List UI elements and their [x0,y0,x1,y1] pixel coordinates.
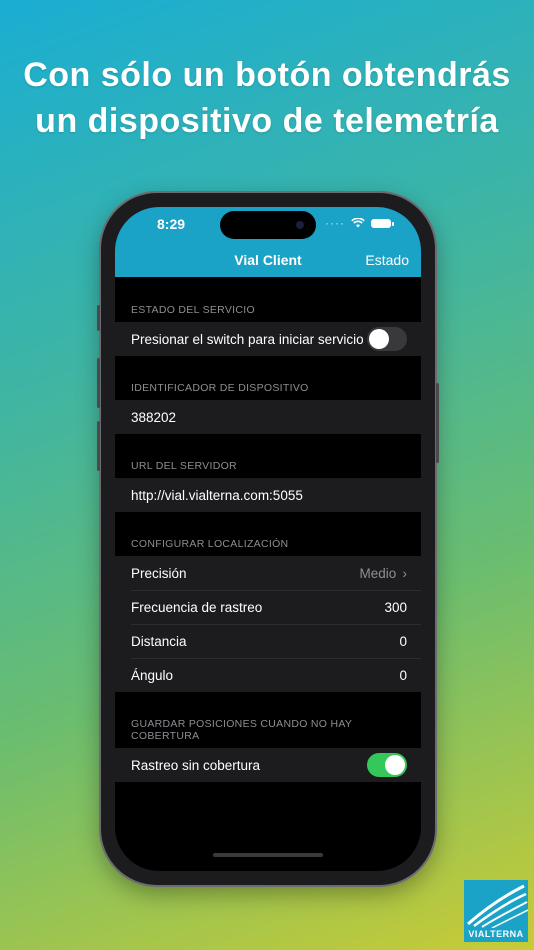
service-toggle[interactable] [367,327,407,351]
toggle-knob [385,755,405,775]
chevron-right-icon: › [402,565,407,581]
distance-value: 0 [399,633,407,649]
power-button [436,383,439,463]
wifi-icon [351,218,365,228]
precision-label: Precisión [131,565,187,581]
frequency-value: 300 [384,599,407,615]
vialterna-logo: VIALTERNA [464,880,528,942]
device-id-value: 388202 [131,409,177,425]
dynamic-island [220,211,316,239]
phone-frame: 8:29 ···· Vial Client Estado ESTADO DEL … [97,193,439,885]
angle-value: 0 [399,667,407,683]
distance-label: Distancia [131,633,187,649]
group-server: http://vial.vialterna.com:5055 [115,478,421,512]
group-device: 388202 [115,400,421,434]
offline-tracking-label: Rastreo sin cobertura [131,757,261,773]
volume-down-button [97,421,100,471]
distance-row[interactable]: Distancia 0 [115,624,421,658]
section-header-location: CONFIGURAR LOCALIZACIÓN [131,538,289,550]
camera-icon [296,221,304,229]
toggle-knob [369,329,389,349]
headline-line-1: Con sólo un botón obtendrás [23,56,511,94]
offline-tracking-toggle[interactable] [367,753,407,777]
group-service: Presionar el switch para iniciar servici… [115,322,421,356]
settings-list: ESTADO DEL SERVICIO Presionar el switch … [115,277,421,782]
phone-screen: 8:29 ···· Vial Client Estado ESTADO DEL … [115,207,421,871]
service-switch-label: Presionar el switch para iniciar servici… [131,331,364,347]
section-header-offline: GUARDAR POSICIONES CUANDO NO HAY COBERTU… [131,718,352,742]
home-indicator [213,853,323,857]
cellular-signal-icon: ···· [325,216,345,230]
offline-tracking-row: Rastreo sin cobertura [115,748,421,782]
server-url-field[interactable]: http://vial.vialterna.com:5055 [115,478,421,512]
frequency-label: Frecuencia de rastreo [131,599,263,615]
section-header-service: ESTADO DEL SERVICIO [131,304,255,316]
section-header-server: URL DEL SERVIDOR [131,460,237,472]
road-lines-icon [467,884,528,928]
group-offline: Rastreo sin cobertura [115,748,421,782]
logo-text: VIALTERNA [468,929,524,939]
status-time: 8:29 [157,216,186,232]
service-switch-row: Presionar el switch para iniciar servici… [115,322,421,356]
volume-up-button [97,358,100,408]
frequency-row[interactable]: Frecuencia de rastreo 300 [115,590,421,624]
battery-icon [371,218,394,228]
precision-value: Medio [359,565,397,581]
navigation-bar: 8:29 ···· Vial Client Estado [115,207,421,277]
marketing-headline: Con sólo un botón obtendrás un dispositi… [0,52,534,144]
device-id-field[interactable]: 388202 [115,400,421,434]
section-header-device: IDENTIFICADOR DE DISPOSITIVO [131,382,309,394]
action-button [97,305,100,331]
status-button[interactable]: Estado [365,252,409,268]
server-url-value: http://vial.vialterna.com:5055 [131,487,303,503]
group-location: Precisión Medio › Frecuencia de rastreo … [115,556,421,692]
angle-label: Ángulo [131,667,174,683]
headline-line-2: un dispositivo de telemetría [35,102,499,140]
status-icons: ···· [325,216,394,230]
precision-row[interactable]: Precisión Medio › [115,556,421,590]
angle-row[interactable]: Ángulo 0 [115,658,421,692]
